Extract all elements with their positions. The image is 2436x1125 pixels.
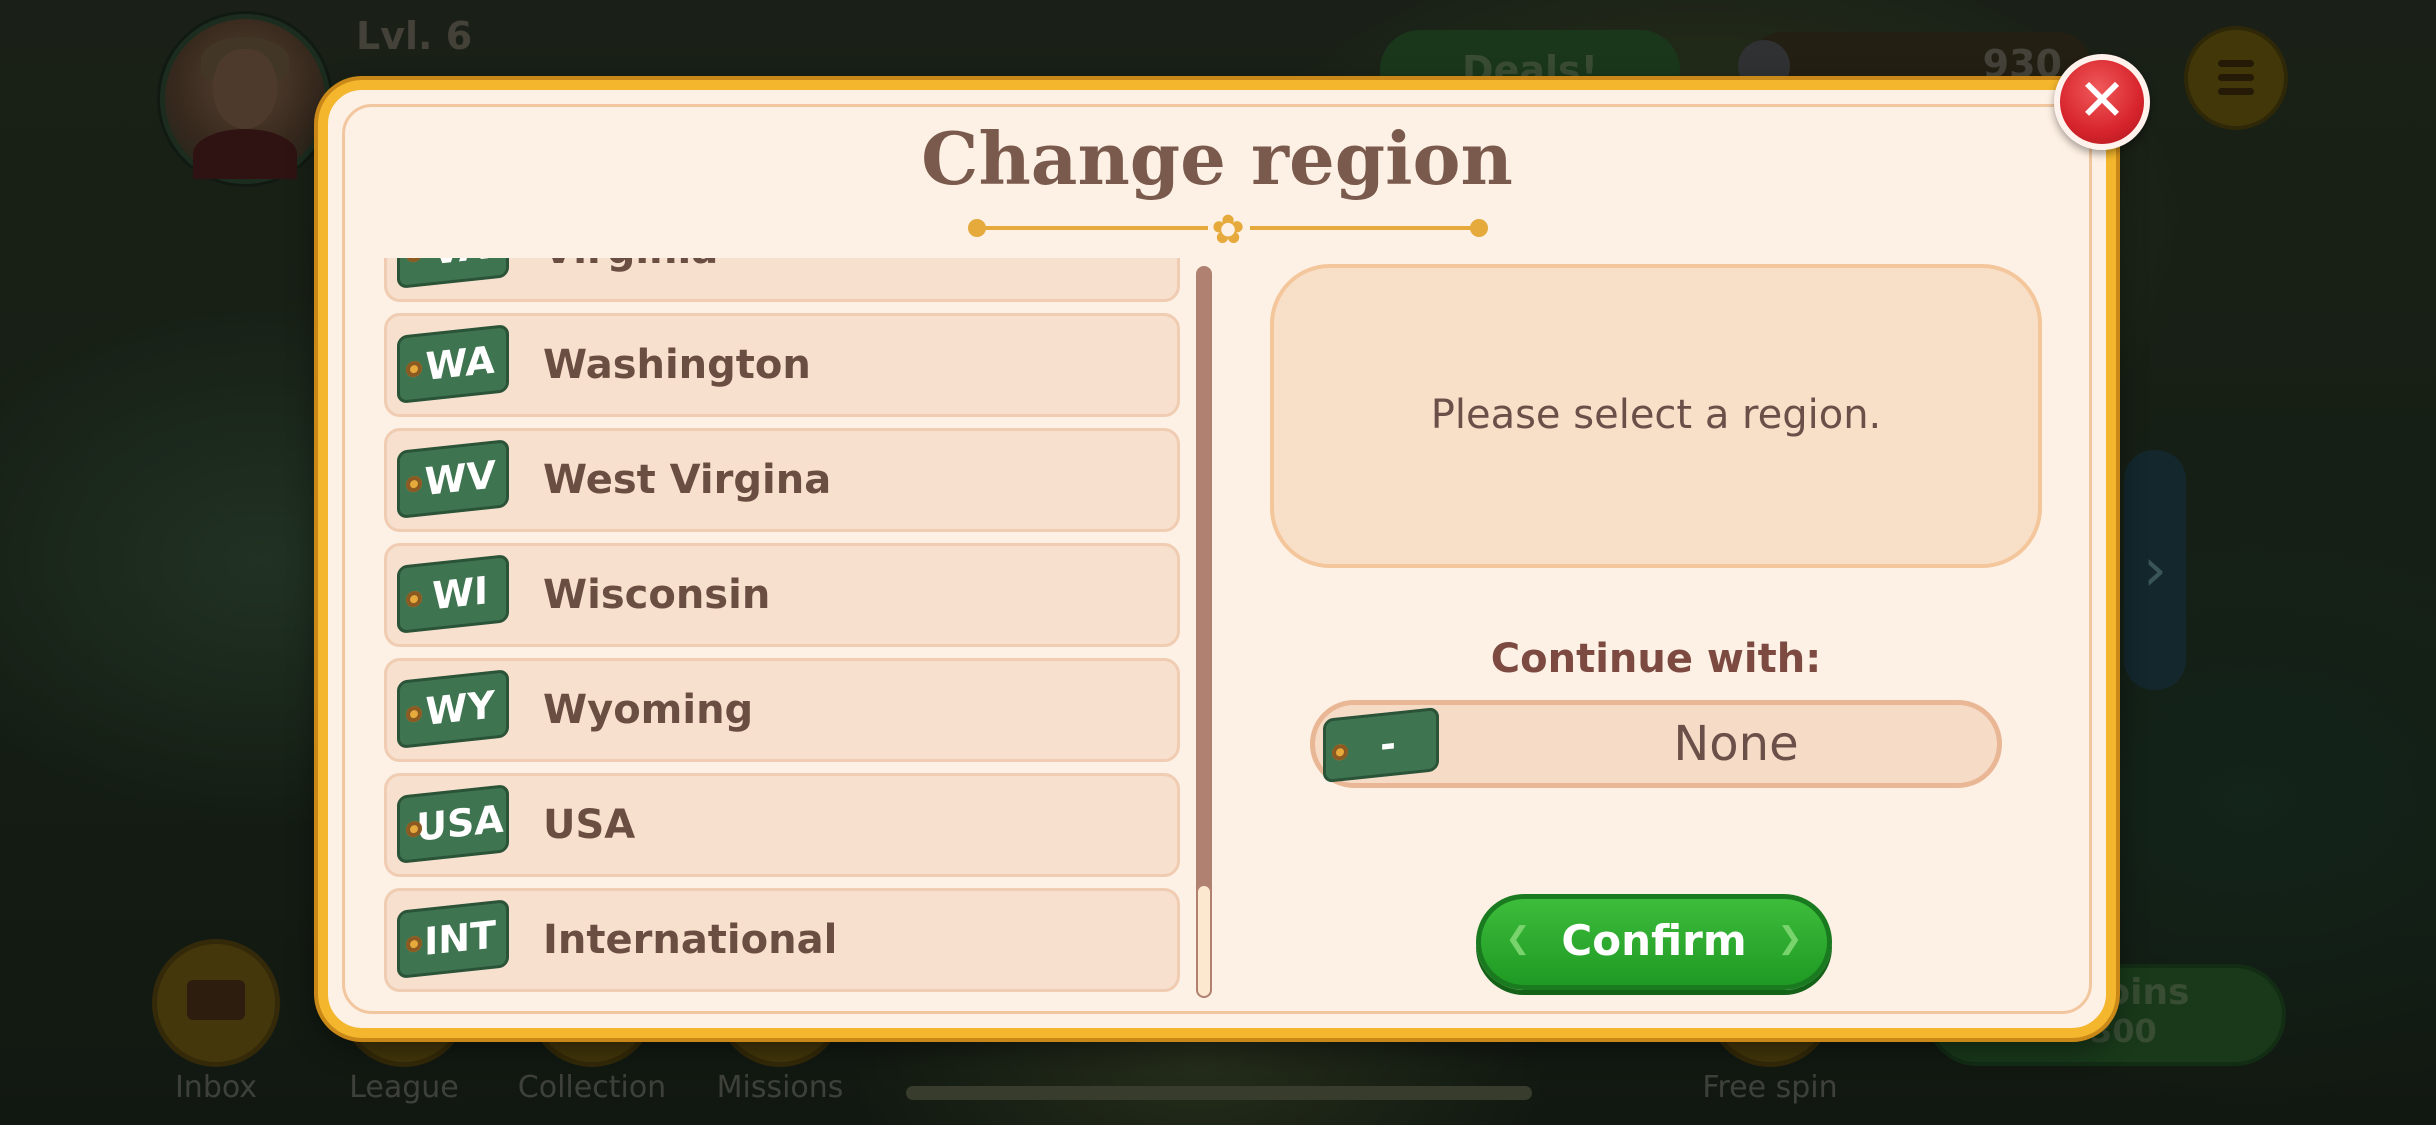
selected-region-value: None (1673, 716, 1799, 772)
region-name: Wyoming (543, 687, 754, 733)
region-list-content: VA Virginia WA Washington WV West Virgin… (384, 258, 1180, 1002)
region-code-tag: WA (397, 324, 509, 404)
region-name: Wisconsin (543, 572, 771, 618)
region-name: USA (543, 802, 636, 848)
region-code-tag: INT (397, 899, 509, 979)
confirm-button[interactable]: ❮ Confirm ❯ (1476, 894, 1832, 990)
region-row-wisconsin[interactable]: WI Wisconsin (384, 543, 1180, 647)
leaf-right-icon: ❯ (1777, 921, 1803, 956)
dialog-title: Change region (921, 116, 1513, 201)
continue-with-label: Continue with: (1490, 636, 1822, 682)
selected-region-tag: - (1323, 706, 1439, 784)
list-scrollbar-thumb[interactable] (1198, 886, 1210, 996)
title-divider: ✿ (968, 210, 1488, 250)
region-row-international[interactable]: INT International (384, 888, 1180, 992)
region-name: West Virgina (543, 457, 832, 503)
divider-dot (1470, 219, 1488, 237)
region-name: International (543, 917, 838, 963)
flower-ornament-icon: ✿ (1211, 207, 1245, 253)
info-message: Please select a region. (1430, 392, 1882, 438)
confirm-label: Confirm (1561, 916, 1747, 965)
close-button[interactable]: ✕ (2054, 54, 2150, 150)
divider-line (1250, 226, 1478, 230)
region-info-panel: Please select a region. (1270, 264, 2042, 568)
region-name: Virginia (543, 258, 718, 299)
region-row-west-virgina[interactable]: WV West Virgina (384, 428, 1180, 532)
region-row-virginia[interactable]: VA Virginia (384, 258, 1180, 302)
region-row-usa[interactable]: USA USA (384, 773, 1180, 877)
region-code-tag: VA (397, 258, 509, 289)
divider-line (978, 226, 1208, 230)
region-name: Washington (543, 342, 811, 388)
region-row-washington[interactable]: WA Washington (384, 313, 1180, 417)
region-code-tag: USA (397, 784, 509, 864)
region-code-tag: WI (397, 554, 509, 634)
leaf-left-icon: ❮ (1505, 921, 1531, 956)
region-list[interactable]: VA Virginia WA Washington WV West Virgin… (384, 258, 1180, 1002)
continue-with-field[interactable]: - None (1310, 700, 2002, 788)
region-code-tag: WV (397, 439, 509, 519)
region-row-wyoming[interactable]: WY Wyoming (384, 658, 1180, 762)
region-code-tag: WY (397, 669, 509, 749)
